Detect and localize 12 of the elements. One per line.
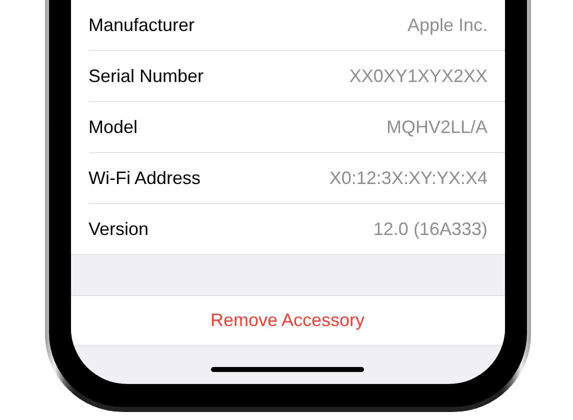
row-label: Manufacturer bbox=[88, 14, 195, 36]
row-label: Model bbox=[88, 116, 138, 138]
row-label: Version bbox=[88, 218, 149, 240]
row-label: Wi-Fi Address bbox=[88, 168, 201, 188]
row-value: MQHV2LL/A bbox=[386, 116, 488, 138]
row-label: Serial Number bbox=[88, 66, 204, 86]
home-indicator[interactable] bbox=[211, 367, 364, 372]
row-value: Apple Inc. bbox=[407, 14, 488, 36]
row-value: XX0XY1XYX2XX bbox=[349, 66, 488, 86]
row-value: 12.0 (16A333) bbox=[373, 218, 488, 240]
remove-accessory-button[interactable]: Remove Accessory bbox=[70, 296, 504, 346]
row-value: X0:12:3X:XY:YX:X4 bbox=[329, 168, 488, 188]
